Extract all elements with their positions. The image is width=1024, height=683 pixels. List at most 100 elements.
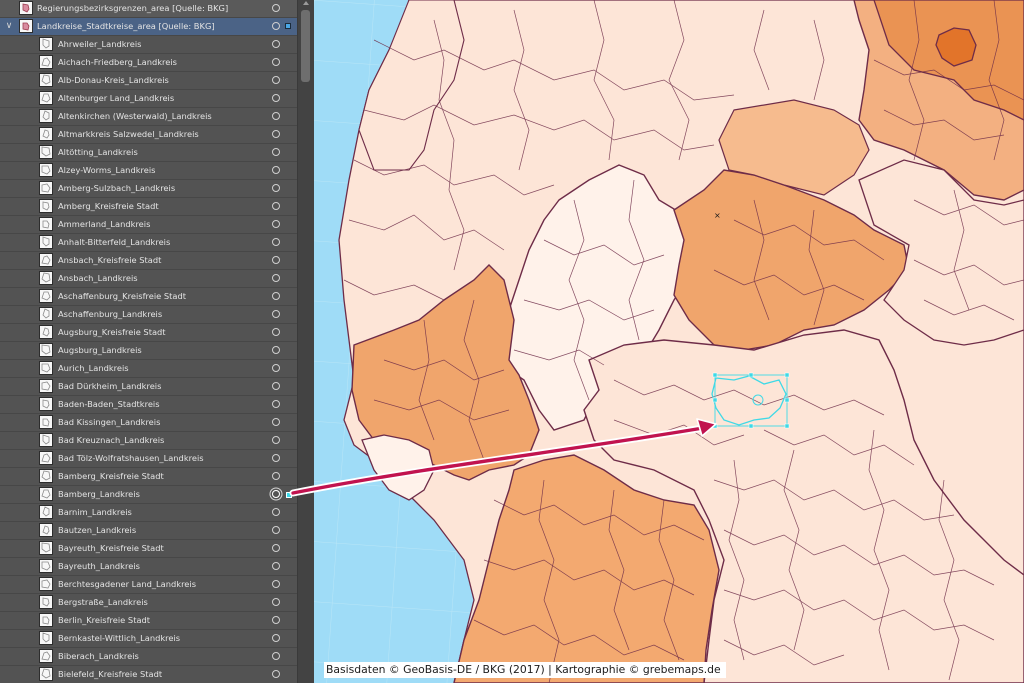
layer-target-icon[interactable] — [272, 616, 280, 624]
layer-target-icon[interactable] — [272, 256, 280, 264]
layer-target-icon[interactable] — [272, 148, 280, 156]
layer-item[interactable]: Bayreuth_Kreisfreie Stadt — [0, 540, 297, 558]
layer-item[interactable]: Berlin_Kreisfreie Stadt — [0, 612, 297, 630]
layer-thumbnail — [39, 289, 53, 303]
layer-item[interactable]: Ansbach_Kreisfreie Stadt — [0, 252, 297, 270]
layer-item[interactable]: Ammerland_Landkreis — [0, 216, 297, 234]
layer-target-icon[interactable] — [272, 238, 280, 246]
layer-item[interactable]: Amberg_Kreisfreie Stadt — [0, 198, 297, 216]
layer-selection-indicator[interactable] — [286, 492, 292, 498]
scroll-up-icon[interactable] — [303, 1, 309, 5]
layer-item[interactable]: Aurich_Landkreis — [0, 360, 297, 378]
layer-target-icon[interactable] — [272, 40, 280, 48]
layer-item-label: Bielefeld_Kreisfreie Stadt — [58, 669, 163, 679]
layer-target-icon[interactable] — [272, 508, 280, 516]
layer-group-regierungsbezirke[interactable]: Regierungsbezirksgrenzen_area [Quelle: B… — [0, 0, 297, 18]
layer-item[interactable]: Altenburger Land_Landkreis — [0, 90, 297, 108]
layer-target-icon[interactable] — [272, 400, 280, 408]
layer-item[interactable]: Berchtesgadener Land_Landkreis — [0, 576, 297, 594]
layer-item[interactable]: Bad Kreuznach_Landkreis — [0, 432, 297, 450]
layer-target-icon[interactable] — [272, 364, 280, 372]
layer-group-landkreise[interactable]: ∨ Landkreise_Stadtkreise_area [Quelle: BK… — [0, 18, 297, 36]
layer-item[interactable]: Bad Kissingen_Landkreis — [0, 414, 297, 432]
layer-item[interactable]: Baden-Baden_Stadtkreis — [0, 396, 297, 414]
layer-target-icon[interactable] — [272, 472, 280, 480]
map-canvas[interactable]: × Basisdaten © GeoBasis-DE / BKG (2017) … — [314, 0, 1024, 683]
layer-selection-indicator[interactable] — [285, 23, 291, 29]
layer-item[interactable]: Aichach-Friedberg_Landkreis — [0, 54, 297, 72]
layer-target-icon[interactable] — [272, 292, 280, 300]
layer-target-icon[interactable] — [272, 670, 280, 678]
layer-target-icon[interactable] — [272, 328, 280, 336]
layer-target-icon[interactable] — [272, 202, 280, 210]
layer-item[interactable]: Ahrweiler_Landkreis — [0, 36, 297, 54]
layer-thumbnail — [39, 145, 53, 159]
layer-item[interactable]: Altmarkkreis Salzwedel_Landkreis — [0, 126, 297, 144]
layer-item[interactable]: Bamberg_Kreisfreie Stadt — [0, 468, 297, 486]
layer-target-icon[interactable] — [272, 418, 280, 426]
layer-target-icon[interactable] — [272, 598, 280, 606]
layer-target-icon[interactable] — [272, 58, 280, 66]
layer-target-icon[interactable] — [272, 94, 280, 102]
layer-item[interactable]: Bamberg_Landkreis — [0, 486, 297, 504]
layer-thumbnail — [39, 271, 53, 285]
layer-target-icon[interactable] — [272, 544, 280, 552]
layer-target-icon[interactable] — [272, 220, 280, 228]
layer-item-label: Ahrweiler_Landkreis — [58, 39, 142, 49]
layer-target-icon[interactable] — [272, 454, 280, 462]
layer-thumbnail — [39, 667, 53, 681]
layer-item[interactable]: Bad Tölz-Wolfratshausen_Landkreis — [0, 450, 297, 468]
layer-item[interactable]: Bielefeld_Kreisfreie Stadt — [0, 666, 297, 683]
layer-target-icon[interactable] — [272, 310, 280, 318]
layer-target-icon[interactable] — [272, 112, 280, 120]
layer-target-icon[interactable] — [272, 436, 280, 444]
layer-target-icon[interactable] — [272, 76, 280, 84]
layer-item[interactable]: Bergstraße_Landkreis — [0, 594, 297, 612]
layer-item[interactable]: Aschaffenburg_Landkreis — [0, 306, 297, 324]
layer-item[interactable]: Aschaffenburg_Kreisfreie Stadt — [0, 288, 297, 306]
layer-item-label: Bayreuth_Kreisfreie Stadt — [58, 543, 164, 553]
layer-item[interactable]: Augsburg_Kreisfreie Stadt — [0, 324, 297, 342]
chevron-down-icon[interactable]: ∨ — [4, 20, 14, 32]
layer-thumbnail — [39, 163, 53, 177]
layer-item[interactable]: Bautzen_Landkreis — [0, 522, 297, 540]
layer-item[interactable]: Amberg-Sulzbach_Landkreis — [0, 180, 297, 198]
layer-item[interactable]: Barnim_Landkreis — [0, 504, 297, 522]
layer-thumbnail — [39, 577, 53, 591]
layer-item-label: Altmarkkreis Salzwedel_Landkreis — [58, 129, 199, 139]
layer-thumbnail — [39, 55, 53, 69]
layer-item[interactable]: Ansbach_Landkreis — [0, 270, 297, 288]
layer-item[interactable]: Alzey-Worms_Landkreis — [0, 162, 297, 180]
layer-item[interactable]: Augsburg_Landkreis — [0, 342, 297, 360]
layer-item[interactable]: Alb-Donau-Kreis_Landkreis — [0, 72, 297, 90]
layer-target-icon[interactable] — [272, 4, 280, 12]
layer-item-label: Amberg_Kreisfreie Stadt — [58, 201, 159, 211]
layer-target-icon[interactable] — [272, 526, 280, 534]
layer-item[interactable]: Bernkastel-Wittlich_Landkreis — [0, 630, 297, 648]
scrollbar-thumb[interactable] — [301, 10, 310, 82]
layer-target-icon[interactable] — [272, 274, 280, 282]
layer-target-icon[interactable] — [272, 562, 280, 570]
layer-item[interactable]: Altötting_Landkreis — [0, 144, 297, 162]
layer-target-icon[interactable] — [272, 382, 280, 390]
map-graphic[interactable]: × — [314, 0, 1024, 683]
layer-item[interactable]: Bad Dürkheim_Landkreis — [0, 378, 297, 396]
layer-target-icon[interactable] — [272, 130, 280, 138]
layer-target-icon[interactable] — [272, 166, 280, 174]
layer-target-icon[interactable] — [272, 634, 280, 642]
layer-target-icon[interactable] — [272, 346, 280, 354]
layer-item-label: Altenkirchen (Westerwald)_Landkreis — [58, 111, 212, 121]
layer-item-label: Ansbach_Landkreis — [58, 273, 138, 283]
layer-target-icon[interactable] — [272, 184, 280, 192]
panel-scrollbar[interactable] — [297, 0, 314, 683]
layer-target-icon[interactable] — [272, 490, 280, 498]
layer-item[interactable]: Bayreuth_Landkreis — [0, 558, 297, 576]
layer-target-icon[interactable] — [272, 652, 280, 660]
layer-thumbnail — [39, 181, 53, 195]
layer-target-icon[interactable] — [272, 580, 280, 588]
layer-item[interactable]: Anhalt-Bitterfeld_Landkreis — [0, 234, 297, 252]
layer-target-icon[interactable] — [272, 22, 280, 30]
layer-item[interactable]: Altenkirchen (Westerwald)_Landkreis — [0, 108, 297, 126]
layer-item-label: Altenburger Land_Landkreis — [58, 93, 175, 103]
layer-item[interactable]: Biberach_Landkreis — [0, 648, 297, 666]
